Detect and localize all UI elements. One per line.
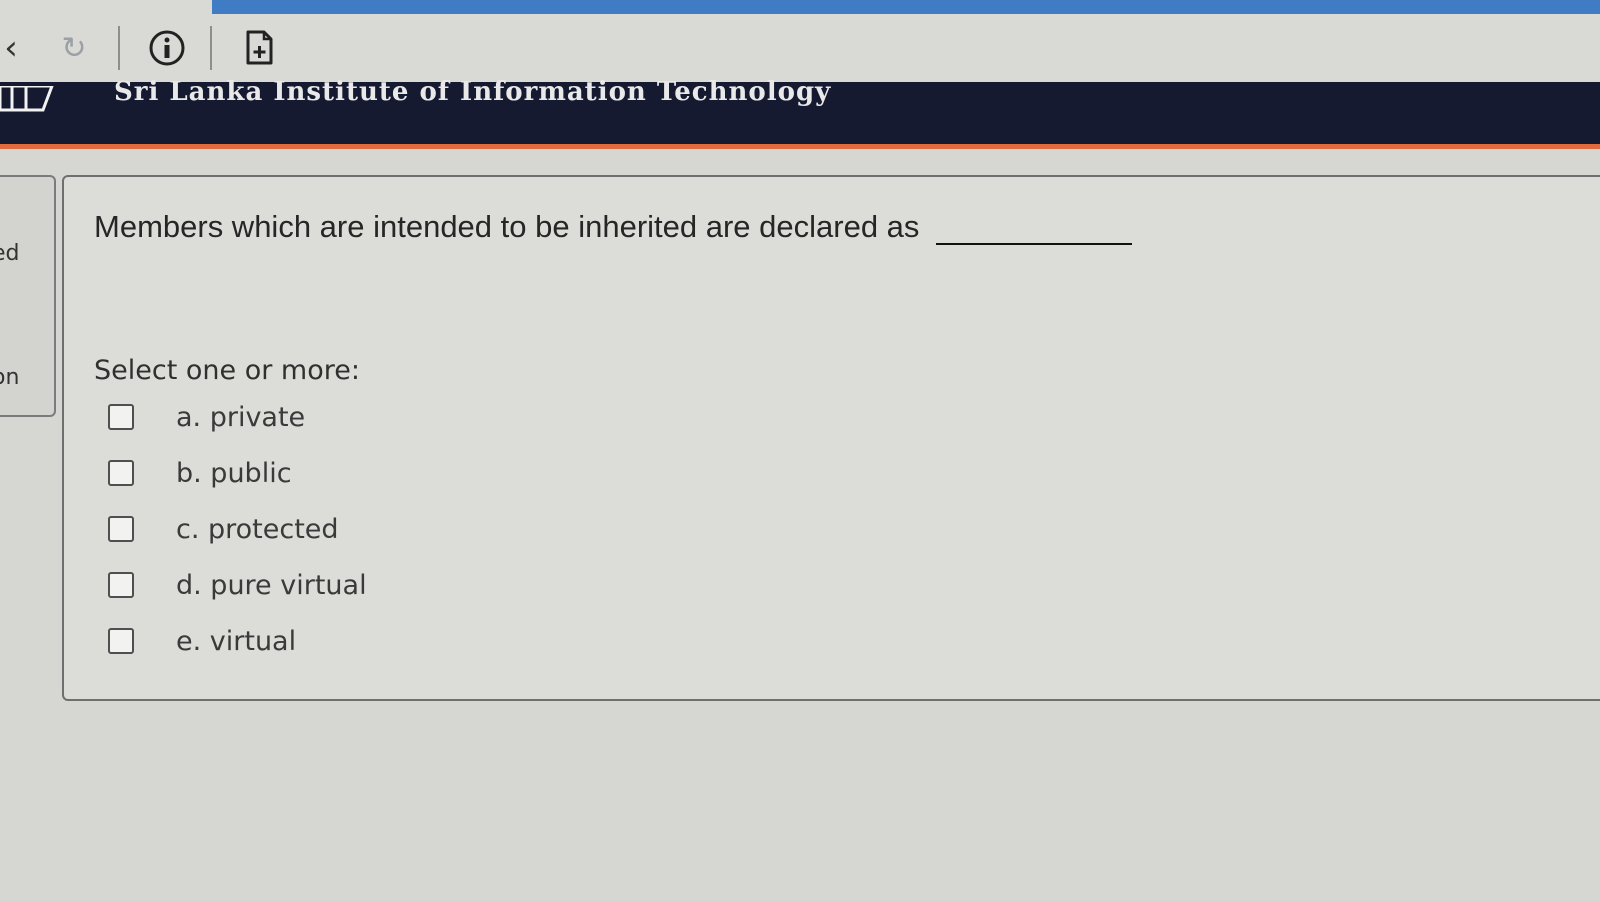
question-text-content: Members which are intended to be inherit… [94,209,920,244]
answer-option-label[interactable]: d. pure virtual [176,570,367,601]
toolbar-divider [118,26,120,70]
answer-checkbox[interactable] [108,516,134,542]
answer-option-label[interactable]: e. virtual [176,626,296,657]
answer-option[interactable]: e. virtual [108,621,296,661]
site-title[interactable]: Sri Lanka Institute of Information Techn… [114,79,831,105]
question-card: Members which are intended to be inherit… [62,175,1600,701]
info-icon[interactable] [146,28,188,68]
answer-prompt: Select one or more: [94,355,360,386]
logo-icon [0,86,54,112]
site-header: Sri Lanka Institute of Information Techn… [0,79,1600,144]
reload-icon[interactable]: ↻ [56,28,92,68]
answer-option-label[interactable]: b. public [176,458,292,489]
answer-option[interactable]: d. pure virtual [108,565,367,605]
answer-checkbox[interactable] [108,404,134,430]
answer-option-label[interactable]: a. private [176,402,305,433]
quiz-navigation-panel: ed on [0,175,56,417]
new-tab-icon[interactable] [240,28,278,68]
answer-option-label[interactable]: c. protected [176,514,339,545]
answer-option[interactable]: b. public [108,453,292,493]
question-text: Members which are intended to be inherit… [94,209,1133,245]
answer-blank-line [936,243,1133,245]
page-loading-strip [212,0,1600,14]
browser-toolbar: ‹ ↻ [0,0,1600,82]
toolbar-divider [210,26,212,70]
sidebar-partial-text: on [0,365,20,390]
header-accent-line [0,144,1600,149]
sidebar-partial-text: ed [0,241,20,266]
answer-checkbox[interactable] [108,628,134,654]
answer-option[interactable]: a. private [108,397,305,437]
answer-option[interactable]: c. protected [108,509,339,549]
chevron-left-icon[interactable]: ‹ [0,28,22,68]
answer-checkbox[interactable] [108,460,134,486]
answer-checkbox[interactable] [108,572,134,598]
